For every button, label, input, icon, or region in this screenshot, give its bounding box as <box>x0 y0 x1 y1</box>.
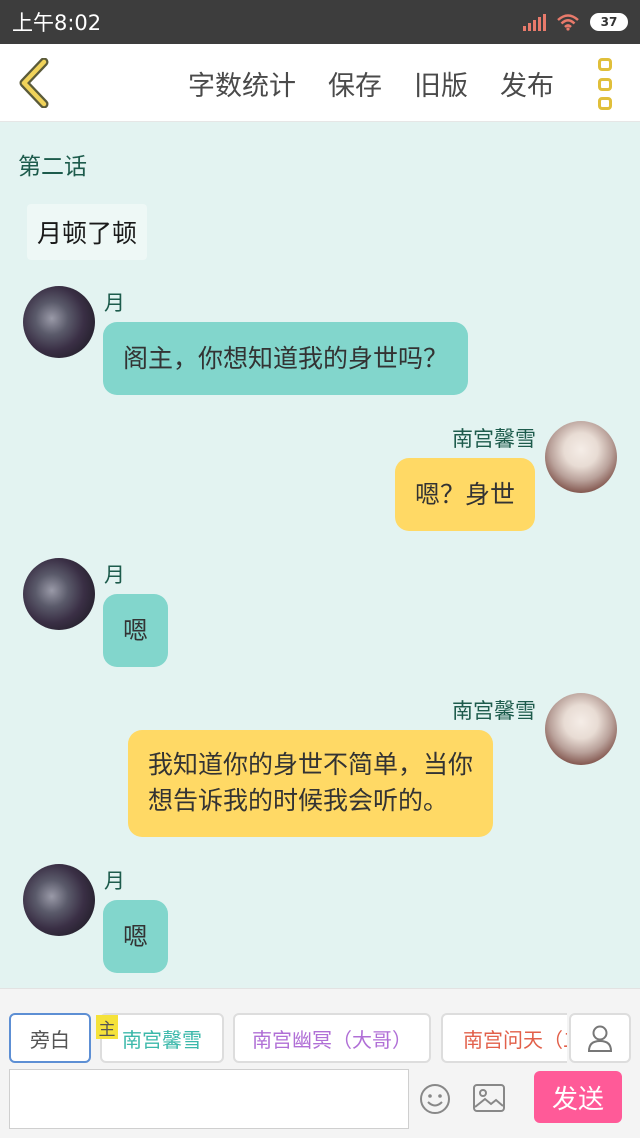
avatar[interactable] <box>545 693 617 765</box>
avatar[interactable] <box>23 286 95 358</box>
status-bar: 上午8:02 37 <box>0 0 640 44</box>
avatar[interactable] <box>23 864 95 936</box>
sender-name: 月 <box>104 291 125 315</box>
sender-name: 月 <box>104 869 125 893</box>
send-label: 发送 <box>551 1084 604 1115</box>
message-input[interactable] <box>9 1069 409 1129</box>
message-bubble[interactable]: 嗯 <box>103 594 169 667</box>
message-bubble[interactable]: 嗯 <box>103 900 169 973</box>
status-icons: 37 <box>523 13 628 31</box>
send-button[interactable]: 发送 <box>534 1071 622 1123</box>
status-time: 上午8:02 <box>12 11 102 35</box>
chapter-title: 第二话 <box>18 154 87 180</box>
top-nav: 字数统计 保存 旧版 发布 <box>0 44 640 122</box>
message-text: 嗯？身世 <box>415 480 516 509</box>
image-icon[interactable] <box>472 1083 506 1113</box>
message-bubble[interactable]: 嗯？身世 <box>395 458 536 531</box>
role-label: 南宫问天（二 <box>463 1027 567 1052</box>
old-version-button[interactable]: 旧版 <box>414 64 468 103</box>
narration-text[interactable]: 月顿了顿 <box>27 204 148 260</box>
battery-level: 37 <box>600 15 618 29</box>
role-label: 南宫馨雪 <box>122 1027 202 1052</box>
user-icon <box>587 1025 613 1052</box>
master-badge: 主 <box>96 1015 118 1040</box>
avatar[interactable] <box>23 558 95 630</box>
back-icon[interactable] <box>14 58 56 108</box>
battery-icon: 37 <box>590 13 628 31</box>
save-button[interactable]: 保存 <box>328 64 382 103</box>
compose-panel: 旁白 南宫馨雪 主 南宫幽冥（大哥） 南宫问天（二 发送 <box>0 988 640 1138</box>
message-bubble[interactable]: 我知道你的身世不简单，当你 想告诉我的时候我会听的。 <box>128 730 494 837</box>
word-count-button[interactable]: 字数统计 <box>188 64 296 103</box>
role-tab-narrator[interactable]: 旁白 <box>9 1013 91 1063</box>
role-tab-nangong-youming[interactable]: 南宫幽冥（大哥） <box>233 1013 431 1063</box>
nav-actions: 字数统计 保存 旧版 发布 <box>188 44 554 122</box>
more-menu-icon[interactable] <box>598 58 616 110</box>
role-label: 南宫幽冥（大哥） <box>252 1027 412 1052</box>
message-bubble[interactable]: 阁主，你想知道我的身世吗？ <box>103 322 469 395</box>
role-tab-nangong-wentian[interactable]: 南宫问天（二 <box>441 1013 567 1063</box>
message-text: 阁主，你想知道我的身世吗？ <box>123 344 449 373</box>
wifi-icon <box>557 14 579 31</box>
role-tab-nangong-xinxue[interactable]: 南宫馨雪 <box>100 1013 224 1063</box>
emoji-icon[interactable] <box>419 1083 451 1115</box>
message-text-line: 我知道你的身世不简单，当你 <box>148 750 474 779</box>
avatar[interactable] <box>545 421 617 493</box>
publish-button[interactable]: 发布 <box>500 64 554 103</box>
sender-name: 南宫馨雪 <box>452 427 536 451</box>
sender-name: 南宫馨雪 <box>452 699 536 723</box>
message-text: 嗯 <box>123 616 149 645</box>
signal-icon <box>523 13 546 31</box>
message-text-line: 想告诉我的时候我会听的。 <box>148 786 449 815</box>
role-label: 旁白 <box>30 1027 70 1052</box>
add-role-button[interactable] <box>569 1013 631 1063</box>
message-text: 嗯 <box>123 922 149 951</box>
sender-name: 月 <box>104 563 125 587</box>
